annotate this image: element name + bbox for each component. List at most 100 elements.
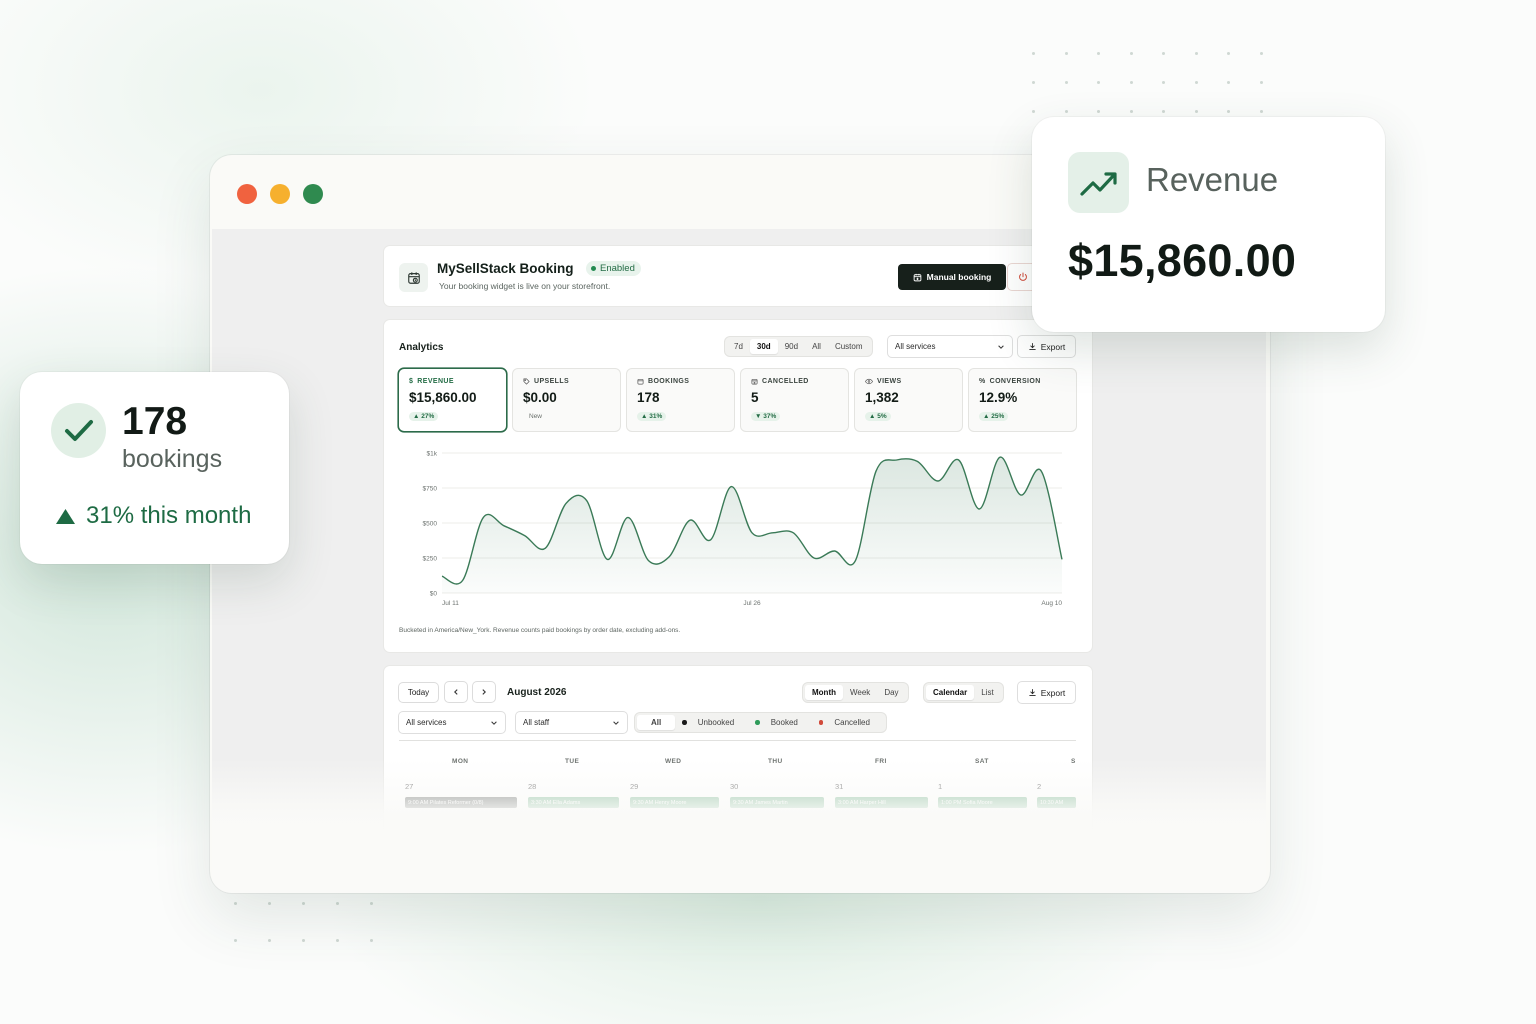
- date-cell[interactable]: 27: [405, 782, 413, 791]
- manual-booking-button[interactable]: Manual booking: [898, 264, 1006, 290]
- range-custom[interactable]: Custom: [828, 339, 870, 354]
- bookings-trend-label: 31% this month: [86, 502, 252, 529]
- mode-list[interactable]: List: [974, 685, 1000, 700]
- minimize-window-button[interactable]: [270, 184, 290, 204]
- kpi-value: 178: [637, 390, 660, 405]
- view-week[interactable]: Week: [843, 685, 877, 700]
- kpi-change: ▲ 5%: [865, 412, 891, 421]
- calendar-event[interactable]: 10:30 AM: [1037, 797, 1076, 808]
- dot: [1259, 110, 1263, 113]
- kpi-value: 12.9%: [979, 390, 1018, 405]
- tag-icon: [523, 378, 530, 385]
- calendar-event[interactable]: 1:00 PM Sofia Moore: [938, 797, 1027, 808]
- close-window-button[interactable]: [237, 184, 257, 204]
- chart-footnote: Bucketed in America/New_York. Revenue co…: [399, 627, 681, 634]
- date-cell[interactable]: 28: [528, 782, 536, 791]
- dot: [1032, 81, 1035, 84]
- analytics-export-button[interactable]: Export: [1018, 336, 1075, 357]
- revenue-highlight-card: Revenue $15,860.00: [1032, 117, 1385, 332]
- calendar-event[interactable]: 9:00 AM Pilates Reformer (0/8): [405, 797, 517, 808]
- staff-select-value: All staff: [523, 718, 550, 727]
- dot: [336, 902, 339, 905]
- calendar-event[interactable]: 3:00 AM Harper Hill: [835, 797, 928, 808]
- dot: [1129, 52, 1133, 55]
- kpi-label: CANCELLED: [762, 378, 809, 385]
- status-badge: Enabled: [586, 261, 641, 276]
- calendar-event[interactable]: 9:30 AM James Martin: [730, 797, 824, 808]
- view-month[interactable]: Month: [805, 685, 843, 700]
- dot: [1097, 110, 1100, 113]
- bookings-trend: 31% this month: [55, 502, 251, 530]
- status-badge-label: Enabled: [600, 263, 635, 274]
- dot: [1032, 52, 1035, 55]
- kpi-revenue[interactable]: $ REVENUE $15,860.00 ▲ 27%: [399, 369, 506, 431]
- range-7d[interactable]: 7d: [727, 339, 750, 354]
- view-day[interactable]: Day: [877, 685, 905, 700]
- date-cell[interactable]: 29: [630, 782, 638, 791]
- staff-select[interactable]: All staff: [516, 712, 627, 733]
- dot: [302, 902, 305, 905]
- weekday-label: THU: [768, 758, 783, 765]
- prev-month-button[interactable]: [445, 682, 467, 702]
- revenue-area: [442, 457, 1062, 593]
- kpi-change: New: [529, 413, 543, 420]
- today-button[interactable]: Today: [399, 683, 438, 702]
- dot: [1162, 110, 1165, 113]
- kpi-row: $ REVENUE $15,860.00 ▲ 27% UPSELLS $0.00 …: [399, 369, 1076, 431]
- weekday-label: TUE: [565, 758, 580, 765]
- chevron-down-icon: [998, 344, 1004, 349]
- calendar-export-button[interactable]: Export: [1018, 682, 1075, 703]
- mode-calendar[interactable]: Calendar: [926, 685, 975, 700]
- revenue-chart-svg: $0 $250 $500 $750 $1k Jul 11 Jul 26 Aug 10: [423, 451, 1063, 607]
- calendar-event[interactable]: 3:30 AM Ella Adams: [528, 797, 619, 808]
- trending-up-icon: [1068, 152, 1129, 213]
- percent-icon: %: [979, 378, 986, 385]
- range-90d[interactable]: 90d: [778, 339, 805, 354]
- calendar-event[interactable]: 9:30 AM Henry Moore: [630, 797, 719, 808]
- kpi-bookings[interactable]: BOOKINGS 178 ▲ 31%: [627, 369, 734, 431]
- range-all[interactable]: All: [805, 339, 828, 354]
- date-cell[interactable]: 31: [835, 782, 843, 791]
- calendar-clock-icon: [399, 263, 428, 292]
- next-month-button[interactable]: [473, 682, 495, 702]
- kpi-upsells[interactable]: UPSELLS $0.00 New: [513, 369, 620, 431]
- calendar-services-select[interactable]: All services: [399, 712, 505, 733]
- calendar-mode-selector: Calendar List: [924, 683, 1003, 702]
- date-cell[interactable]: 1: [938, 782, 942, 791]
- booking-header-card: MySellStack Booking Enabled Your booking…: [384, 246, 1092, 306]
- calendar-view-selector: Month Week Day: [803, 683, 908, 702]
- y-tick-label: $750: [423, 486, 438, 493]
- eye-icon: [865, 378, 873, 385]
- kpi-cancelled[interactable]: CANCELLED 5 ▼ 37%: [741, 369, 848, 431]
- kpi-views[interactable]: VIEWS 1,382 ▲ 5%: [855, 369, 962, 431]
- filter-cancelled[interactable]: Cancelled: [812, 715, 884, 730]
- kpi-change: ▲ 27%: [409, 412, 439, 421]
- filter-booked[interactable]: Booked: [748, 715, 812, 730]
- maximize-window-button[interactable]: [303, 184, 323, 204]
- dot: [1227, 52, 1230, 55]
- calendar-plus-icon: [913, 273, 921, 281]
- kpi-value: 1,382: [865, 390, 899, 405]
- calendar-icon: [637, 378, 644, 385]
- range-30d[interactable]: 30d: [749, 339, 778, 354]
- kpi-change: ▲ 31%: [637, 412, 667, 421]
- manual-booking-label: Manual booking: [926, 272, 992, 282]
- kpi-conversion[interactable]: % CONVERSION 12.9% ▲ 25%: [969, 369, 1076, 431]
- dot: [1162, 52, 1165, 55]
- dot: [336, 939, 339, 942]
- date-cell[interactable]: 2: [1037, 782, 1041, 791]
- x-tick-label: Jul 11: [442, 600, 459, 607]
- date-cell[interactable]: 30: [730, 782, 738, 791]
- filter-unbooked[interactable]: Unbooked: [675, 715, 748, 730]
- kpi-label: BOOKINGS: [648, 378, 690, 385]
- dot: [268, 902, 271, 905]
- filter-all[interactable]: All: [637, 715, 676, 730]
- status-dot-icon: [591, 266, 596, 271]
- download-icon: [1029, 689, 1036, 697]
- services-select[interactable]: All services: [888, 336, 1012, 357]
- kpi-label: REVENUE: [417, 378, 454, 385]
- weekday-header: MON TUE WED THU FRI SAT S: [399, 748, 1099, 770]
- dot: [1097, 81, 1100, 84]
- filter-label: Booked: [770, 718, 798, 727]
- power-icon: [1019, 272, 1027, 281]
